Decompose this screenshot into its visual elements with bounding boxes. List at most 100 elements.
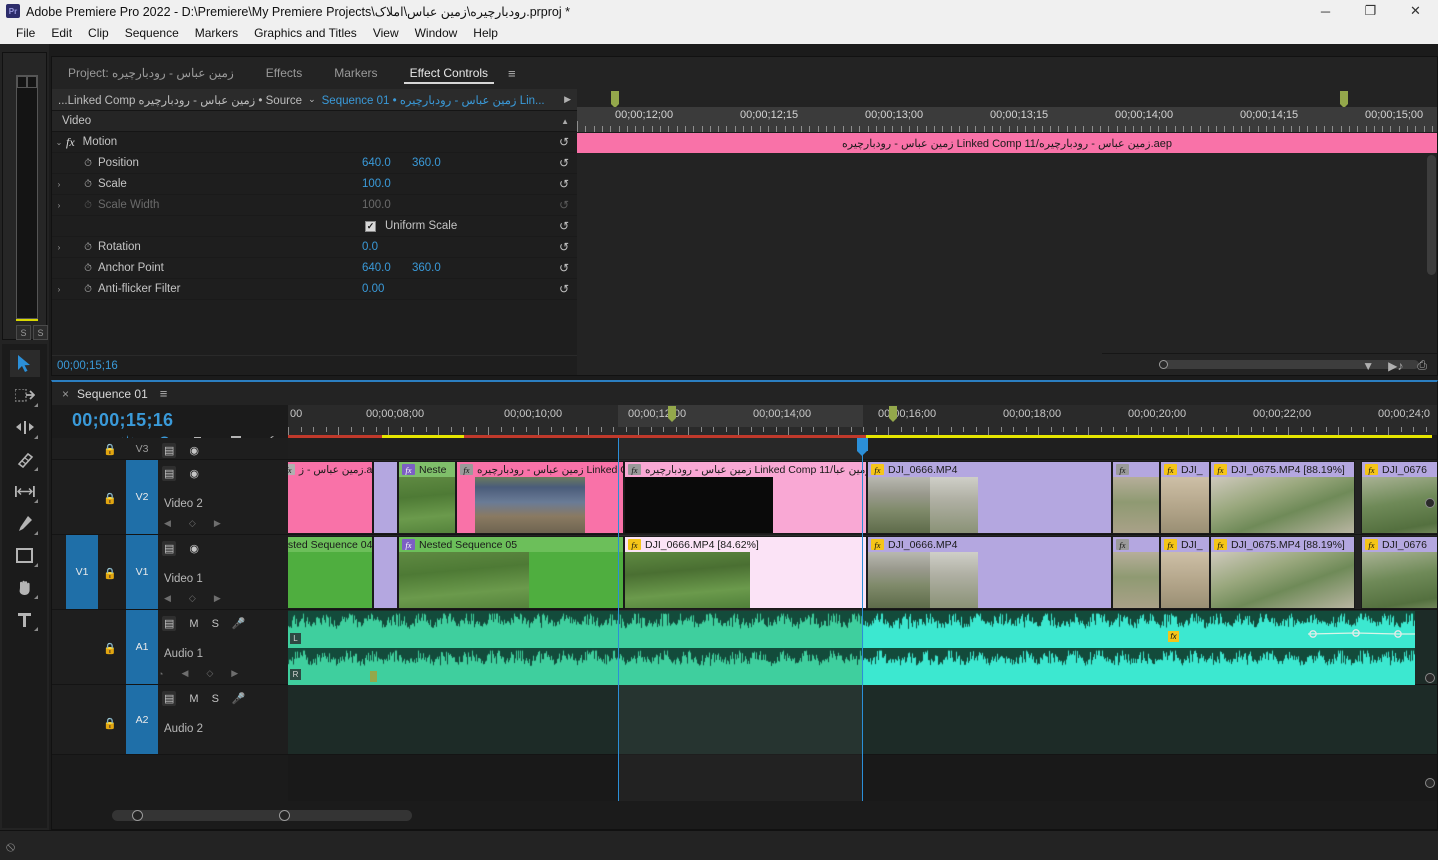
solo-button[interactable]: S (212, 693, 219, 705)
rectangle-tool[interactable] (10, 542, 40, 569)
param-value-anchor-x[interactable]: 640.0 (362, 262, 391, 274)
disclosure-triangle-icon[interactable]: › (52, 285, 66, 294)
timeline-playhead-timecode[interactable]: 00;00;15;16 (72, 410, 173, 431)
lock-icon[interactable]: 🔒 (103, 642, 117, 655)
eye-icon[interactable]: ◉ (189, 542, 199, 555)
clip-v1-dji-0666-scaled[interactable]: fx DJI_0666.MP4 [84.62%] (624, 536, 867, 609)
track-header-v2[interactable]: 🔒 V2 ▤ ◉ Video 2 ◀ ◇ ▶ (52, 460, 288, 535)
toggle-track-output-icon[interactable]: ▤ (162, 443, 177, 458)
pen-tool[interactable] (10, 510, 40, 537)
param-row-uniform-scale[interactable]: ✓ Uniform Scale ↺ (52, 216, 577, 237)
track-label-v2[interactable]: V2 (126, 460, 158, 534)
toggle-track-output-icon[interactable]: ▤ (162, 616, 177, 631)
tab-effects[interactable]: Effects (250, 57, 318, 89)
clip-v2-linked-comp-a[interactable]: fxزمین عباس - رودبارچیره Linked C (456, 461, 624, 534)
tab-sequence-01[interactable]: Sequence 01 (77, 387, 148, 401)
eye-icon[interactable]: ◉ (189, 467, 199, 480)
scroll-knob-mid[interactable] (1425, 673, 1435, 683)
meter-solo-left[interactable]: S (16, 325, 31, 340)
menu-graphics-and-titles[interactable]: Graphics and Titles (246, 24, 365, 42)
timeline-vertical-scrollbar[interactable] (1425, 498, 1435, 801)
next-keyframe-icon[interactable]: ▶ (214, 593, 221, 604)
lock-icon[interactable]: 🔒 (103, 492, 117, 505)
clip-v2-small-a[interactable]: fx (1112, 461, 1160, 534)
effect-row-motion[interactable]: ⌄ fx Motion ↺ (52, 132, 577, 153)
clip-v1-small-a[interactable]: fx (1112, 536, 1160, 609)
prev-keyframe-icon[interactable]: ◀ (181, 668, 188, 679)
next-keyframe-icon[interactable]: ▶ (214, 518, 221, 529)
clip-v2-dji-small[interactable]: fx DJI_ (1160, 461, 1210, 534)
reset-icon[interactable]: ↺ (559, 177, 569, 191)
clip-v1-dji-0666[interactable]: fx DJI_0666.MP4 (867, 536, 1112, 609)
param-row-scale[interactable]: › ⏱ Scale 100.0 ↺ (52, 174, 577, 195)
timeline-zoom-scrollbar[interactable] (112, 810, 412, 821)
zoom-handle-left[interactable] (132, 810, 143, 821)
clip-a1-audio[interactable]: L R fx (288, 611, 1415, 685)
effect-controls-marker-lane[interactable] (577, 89, 1437, 108)
solo-button[interactable]: S (212, 618, 219, 630)
scroll-knob-bottom[interactable] (1425, 778, 1435, 788)
stopwatch-icon[interactable]: ⏱ (80, 263, 96, 274)
slip-tool[interactable] (10, 478, 40, 505)
play-audio-icon[interactable]: ▶♪ (1388, 359, 1403, 373)
type-tool[interactable] (10, 606, 40, 633)
add-keyframe-icon[interactable]: ◇ (206, 668, 213, 679)
hand-tool[interactable] (10, 574, 40, 601)
reset-icon[interactable]: ↺ (559, 282, 569, 296)
zoom-handle-right[interactable] (279, 810, 290, 821)
param-row-position[interactable]: ⏱ Position 640.0 360.0 ↺ (52, 153, 577, 174)
effect-controls-keyframe-area[interactable] (577, 153, 1437, 353)
next-keyframe-icon[interactable]: ▶ (231, 668, 238, 679)
hide-ui-icon[interactable]: ⦸ (6, 838, 15, 855)
disclosure-triangle-icon[interactable]: › (52, 243, 66, 252)
clip-v2-nested[interactable]: fx Neste (398, 461, 456, 534)
marker-icon[interactable] (611, 91, 619, 108)
menu-file[interactable]: File (8, 24, 43, 42)
clip-v2-dji-0666[interactable]: fx DJI_0666.MP4 (867, 461, 1112, 534)
rate-stretch-tool[interactable] (10, 446, 40, 473)
effect-controls-ruler[interactable]: 00;00;12;00 00;00;12;15 00;00;13;00 00;00;1… (577, 107, 1437, 133)
track-label-a2[interactable]: A2 (126, 685, 158, 754)
timeline-ruler[interactable]: 00 00;00;08;00 00;00;10;00 00;00;12;00 0… (288, 405, 1437, 427)
add-keyframe-icon[interactable]: ◇ (189, 518, 196, 529)
track-select-forward-tool[interactable] (10, 382, 40, 409)
menu-clip[interactable]: Clip (80, 24, 117, 42)
clip-v2-dji-0675[interactable]: fx DJI_0675.MP4 [88.19%] (1210, 461, 1355, 534)
disclosure-triangle-icon[interactable]: ⌄ (52, 138, 66, 147)
param-row-rotation[interactable]: › ⏱ Rotation 0.0 ↺ (52, 237, 577, 258)
param-value-position-y[interactable]: 360.0 (412, 157, 441, 169)
lock-icon[interactable]: 🔒 (103, 717, 117, 730)
track-label-v1[interactable]: V1 (126, 535, 158, 609)
eye-icon[interactable]: ◉ (189, 444, 199, 457)
microphone-icon[interactable]: 🎤 (232, 692, 246, 705)
tab-effect-controls[interactable]: Effect Controls (394, 57, 504, 89)
clip-v2-aep[interactable]: fxزمین عباس - ز.aep (288, 461, 373, 534)
stopwatch-icon[interactable]: ⏱ (80, 242, 96, 253)
track-header-a2[interactable]: 🔒 A2 ▤ M S 🎤 Audio 2 (52, 685, 288, 755)
track-label-v3[interactable]: V3 (126, 438, 158, 459)
track-header-v1[interactable]: V1 🔒 V1 ▤ ◉ Video 1 ◀ ◇ ▶ (52, 535, 288, 610)
audio-keyframe-line[interactable] (1308, 625, 1415, 645)
stopwatch-icon[interactable]: ⏱ (80, 158, 96, 169)
toggle-track-output-icon[interactable]: ▤ (162, 541, 177, 556)
export-frame-icon[interactable]: ⎙ (1417, 358, 1427, 373)
prev-keyframe-icon[interactable]: ◀ (164, 593, 171, 604)
param-row-anchor-point[interactable]: ⏱ Anchor Point 640.0 360.0 ↺ (52, 258, 577, 279)
reset-icon[interactable]: ↺ (559, 156, 569, 170)
mute-button[interactable]: M (189, 693, 198, 705)
menu-help[interactable]: Help (465, 24, 506, 42)
chevron-up-icon[interactable]: ▲ (561, 117, 569, 126)
param-value-anchor-y[interactable]: 360.0 (412, 262, 441, 274)
timeline-clips-canvas[interactable]: fxزمین عباس - ز.aep fxNeste fxزمین عباس … (288, 438, 1437, 801)
marker-icon[interactable] (889, 406, 897, 422)
source-patch-v1[interactable]: V1 (66, 535, 98, 609)
effect-controls-timecode[interactable]: 00;00;15;16 (57, 360, 118, 372)
disclosure-triangle-icon[interactable]: › (52, 180, 66, 189)
maximize-button[interactable]: ❐ (1348, 0, 1393, 22)
sequence-clip-label[interactable]: Sequence 01 • زمین عباس - رودبارچیره Lin… (322, 93, 545, 107)
menu-edit[interactable]: Edit (43, 24, 80, 42)
reset-icon[interactable]: ↺ (559, 240, 569, 254)
marker-icon[interactable] (1340, 91, 1348, 108)
close-button[interactable]: ✕ (1393, 0, 1438, 22)
clip-v1-dji-0675[interactable]: fx DJI_0675.MP4 [88.19%] (1210, 536, 1355, 609)
